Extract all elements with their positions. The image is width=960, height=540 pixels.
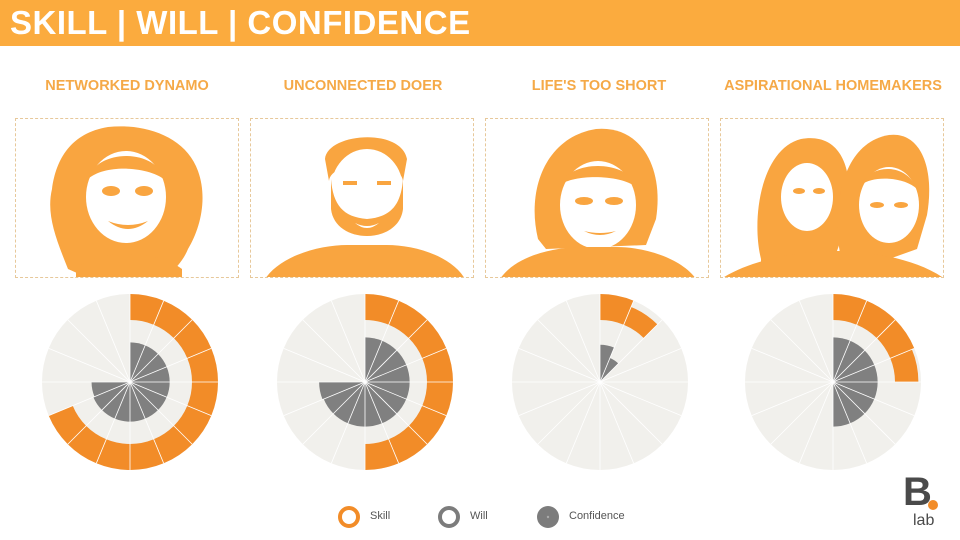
man-portrait-icon	[501, 128, 695, 277]
segment-title-networked-dynamo: NETWORKED DYNAMO	[45, 78, 209, 94]
persona-photo-unconnected-doer	[250, 118, 474, 278]
couple-portrait-icon	[724, 134, 942, 277]
logo-word: lab	[913, 512, 935, 529]
persona-photo-aspirational-homemakers	[720, 118, 944, 278]
segment-title-aspirational-homemakers: ASPIRATIONAL HOMEMAKERS	[724, 78, 942, 94]
polar-chart-networked-dynamo	[42, 294, 218, 470]
chart-legend: Skill Will Confidence	[0, 504, 960, 530]
legend-label-confidence: Confidence	[569, 510, 625, 522]
legend-label-will: Will	[470, 510, 488, 522]
header-bar: SKILL | WILL | CONFIDENCE	[0, 0, 960, 46]
legend-label-skill: Skill	[370, 510, 391, 522]
page-title: SKILL | WILL | CONFIDENCE	[10, 4, 471, 41]
legend-item-will: Will	[436, 504, 488, 530]
legend-item-skill: Skill	[336, 504, 390, 530]
ring-icon	[338, 506, 360, 528]
legend-item-confidence: Confidence	[535, 504, 625, 530]
polar-chart-unconnected-doer	[277, 294, 453, 470]
ring-icon	[438, 506, 460, 528]
segment-title-unconnected-doer: UNCONNECTED DOER	[283, 78, 443, 94]
polar-chart-aspirational-homemakers	[745, 294, 921, 470]
persona-photo-lifes-too-short	[485, 118, 709, 278]
persona-photo-networked-dynamo	[15, 118, 239, 278]
blab-logo: B lab	[895, 472, 955, 532]
segment-title-lifes-too-short: LIFE'S TOO SHORT	[531, 78, 667, 94]
bearded-man-portrait-icon	[266, 137, 464, 277]
polar-chart-lifes-too-short	[512, 294, 688, 470]
woman-portrait-icon	[50, 126, 203, 277]
logo-dot-icon	[928, 500, 938, 510]
disc-icon	[537, 506, 559, 528]
